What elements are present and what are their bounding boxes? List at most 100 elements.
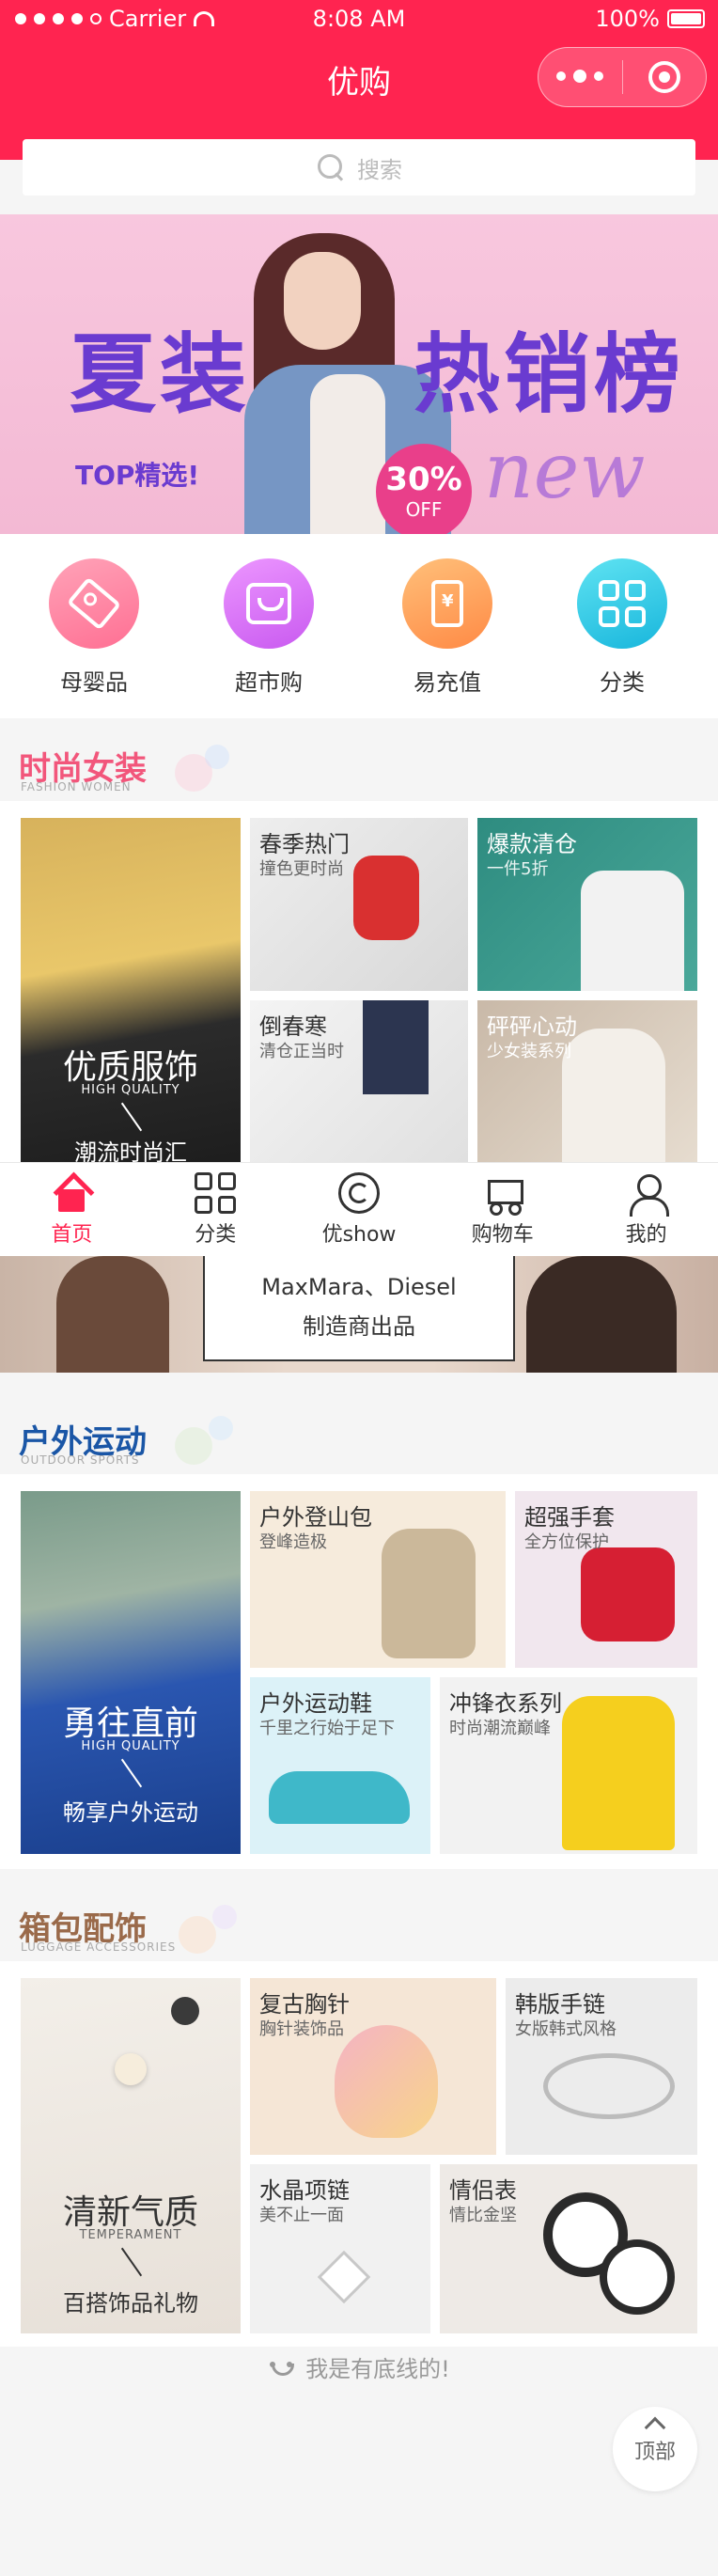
bags-feature-card[interactable]: 清新气质 TEMPERAMENT 百搭饰品礼物 <box>21 1978 241 2333</box>
card-subtitle: 美不止一面 <box>259 2206 344 2225</box>
banner-title-left: 夏装 <box>70 324 251 425</box>
end-text: 我是有底线的! <box>305 2356 450 2382</box>
feature-subtitle: HIGH QUALITY <box>81 1083 180 1097</box>
product-card[interactable]: 爆款清仓 一件5折 <box>477 818 697 991</box>
card-subtitle: 一件5折 <box>487 859 549 879</box>
more-menu-icon[interactable] <box>538 70 622 83</box>
cart-icon <box>480 1172 525 1216</box>
tab-label: 我的 <box>625 1223 667 1247</box>
category-item[interactable]: 分类 <box>538 558 707 697</box>
card-subtitle: 时尚潮流巅峰 <box>449 1719 551 1738</box>
product-card[interactable]: 春季热门 撞色更时尚 <box>250 818 468 991</box>
section-subtitle: OUTDOOR SPORTS <box>21 1453 140 1467</box>
shop-icon <box>246 583 291 624</box>
home-icon <box>51 1172 92 1214</box>
product-card[interactable]: 户外运动鞋 千里之行始于足下 <box>250 1677 430 1854</box>
feature-title: 优质服饰 <box>62 1048 198 1087</box>
tab-label: 分类 <box>195 1223 237 1247</box>
feature-title: 清新气质 <box>62 2193 198 2232</box>
brand-banner[interactable]: MaxMara、Diesel 制造商出品 <box>0 1256 718 1373</box>
brand-line-2: 制造商出品 <box>303 1313 415 1340</box>
discount-value: 30% <box>385 461 462 498</box>
card-title: 户外登山包 <box>259 1504 372 1531</box>
promo-banner[interactable]: 夏装 热销榜 TOP精选! 30% OFF new <box>0 214 718 534</box>
card-title: 情侣表 <box>449 2177 517 2204</box>
battery-icon <box>667 9 705 28</box>
category-item[interactable]: 超市购 <box>184 558 353 697</box>
category-label: 超市购 <box>235 669 303 696</box>
product-card[interactable]: 冲锋衣系列 时尚潮流巅峰 <box>440 1677 697 1854</box>
card-subtitle: 登峰造极 <box>259 1532 327 1552</box>
card-title: 春季热门 <box>259 831 350 857</box>
product-card[interactable]: 韩版手链 女版韩式风格 <box>506 1978 697 2155</box>
category-item[interactable]: 母婴品 <box>9 558 179 697</box>
brand-line-1: MaxMara、Diesel <box>261 1274 457 1300</box>
status-bar: Carrier 8:08 AM 100% <box>0 0 718 39</box>
card-title: 冲锋衣系列 <box>449 1690 562 1717</box>
tab-label: 首页 <box>51 1223 93 1247</box>
product-card[interactable]: 水晶项链 美不止一面 <box>250 2164 430 2333</box>
card-title: 砰砰心动 <box>487 1013 577 1040</box>
search-bar[interactable]: 搜索 <box>23 139 695 196</box>
fashion-feature-card[interactable]: 优质服饰 HIGH QUALITY 潮流时尚汇 <box>21 818 241 1179</box>
card-title: 复古胸针 <box>259 1991 350 2018</box>
product-card[interactable]: 砰砰心动 少女装系列 <box>477 1000 697 1162</box>
outdoor-grid: 勇往直前 HIGH QUALITY 畅享户外运动 户外登山包 登峰造极 超强手套… <box>0 1474 718 1869</box>
miniprogram-capsule <box>538 47 707 107</box>
banner-tagline: TOP精选! <box>75 460 200 491</box>
card-subtitle: 清仓正当时 <box>259 1042 344 1061</box>
back-to-top-button[interactable]: 顶部 <box>613 2407 697 2491</box>
feature-subtitle: TEMPERAMENT <box>79 2228 182 2242</box>
tab-category[interactable]: 分类 <box>144 1163 288 1256</box>
card-title: 水晶项链 <box>259 2177 350 2204</box>
category-nav: 母婴品 超市购 易充值 分类 <box>0 534 718 718</box>
product-card[interactable]: 倒春寒 清仓正当时 <box>250 1000 468 1162</box>
grid-icon <box>599 580 646 627</box>
card-title: 超强手套 <box>524 1504 615 1531</box>
tab-profile[interactable]: 我的 <box>574 1163 718 1256</box>
product-card[interactable]: 超强手套 全方位保护 <box>515 1491 697 1668</box>
bags-grid: 清新气质 TEMPERAMENT 百搭饰品礼物 复古胸针 胸针装饰品 韩版手链 … <box>0 1961 718 2347</box>
end-of-list: 我是有底线的! <box>0 2350 718 2383</box>
tab-home[interactable]: 首页 <box>0 1163 144 1256</box>
feature-subtitle: HIGH QUALITY <box>81 1739 180 1753</box>
card-subtitle: 胸针装饰品 <box>259 2019 344 2039</box>
brand-text-box: MaxMara、Diesel 制造商出品 <box>203 1256 515 1361</box>
card-title: 韩版手链 <box>515 1991 605 2018</box>
product-card[interactable]: 复古胸针 胸针装饰品 <box>250 1978 496 2155</box>
product-card[interactable]: 情侣表 情比金坚 <box>440 2164 697 2333</box>
category-item[interactable]: 易充值 <box>363 558 532 697</box>
user-icon <box>626 1172 669 1217</box>
card-subtitle: 千里之行始于足下 <box>259 1719 395 1738</box>
section-subtitle: LUGGAGE ACCESSORIES <box>21 1940 177 1954</box>
category-label: 母婴品 <box>60 669 128 696</box>
card-subtitle: 全方位保护 <box>524 1532 609 1552</box>
category-label: 分类 <box>600 669 645 696</box>
card-subtitle: 女版韩式风格 <box>515 2019 617 2039</box>
search-placeholder: 搜索 <box>357 156 402 183</box>
section-subtitle: FASHION WOMEN <box>21 780 132 793</box>
card-subtitle: 少女装系列 <box>487 1042 571 1061</box>
tab-show[interactable]: 优show <box>288 1163 431 1256</box>
tag-icon <box>66 576 122 631</box>
top-label: 顶部 <box>633 2441 676 2464</box>
discount-badge: 30% OFF <box>376 444 472 534</box>
battery-info: 100% <box>595 6 705 32</box>
phone-recharge-icon <box>431 580 463 627</box>
chevron-up-icon <box>644 2416 666 2439</box>
search-icon <box>316 152 346 182</box>
tab-cart[interactable]: 购物车 <box>430 1163 574 1256</box>
discount-off: OFF <box>405 498 443 521</box>
banner-title-right: 热销榜 <box>414 324 685 425</box>
product-card[interactable]: 户外登山包 登峰造极 <box>250 1491 506 1668</box>
outdoor-feature-card[interactable]: 勇往直前 HIGH QUALITY 畅享户外运动 <box>21 1491 241 1854</box>
category-label: 易充值 <box>414 669 481 696</box>
card-title: 爆款清仓 <box>487 831 577 857</box>
feature-tagline: 百搭饰品礼物 <box>63 2290 198 2317</box>
close-miniprogram-icon[interactable] <box>623 61 707 93</box>
category-grid-icon <box>195 1172 237 1214</box>
battery-percent: 100% <box>595 6 660 32</box>
tab-label: 优show <box>321 1223 397 1247</box>
show-icon <box>337 1172 380 1214</box>
tab-bar: 首页 分类 优show 购物车 我的 <box>0 1162 718 1256</box>
